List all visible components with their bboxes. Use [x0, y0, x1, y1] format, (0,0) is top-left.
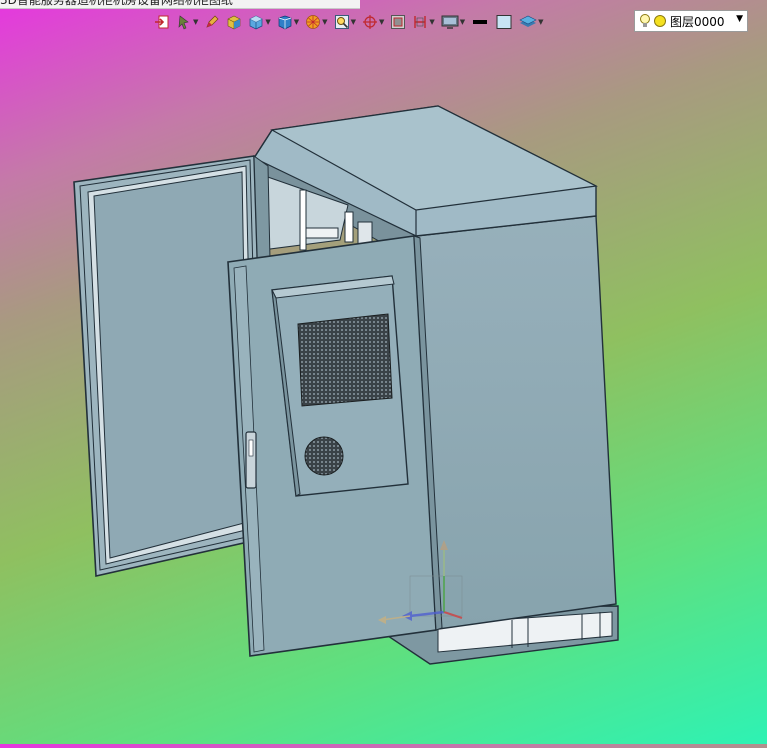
chevron-down-icon: ▼ — [459, 18, 466, 26]
chevron-down-icon: ▼ — [322, 18, 328, 26]
render-sphere-icon — [306, 15, 321, 29]
fill-color-button[interactable] — [493, 11, 515, 33]
cabinet-side-panel — [415, 215, 617, 631]
monitor-button[interactable]: ▼ — [439, 11, 467, 33]
chevron-down-icon: ▼ — [293, 18, 300, 26]
chevron-down-icon: ▼ — [736, 14, 743, 24]
layers-button[interactable]: ▼ — [517, 11, 545, 33]
exit-icon — [155, 15, 169, 29]
fill-color-icon — [496, 15, 512, 29]
axis-icon — [362, 15, 377, 29]
chevron-down-icon: ▼ — [538, 18, 544, 26]
render-sphere-button[interactable]: ▼ — [303, 11, 329, 33]
cube-button[interactable]: ▼ — [246, 11, 272, 33]
exit-button[interactable] — [152, 11, 172, 33]
pointer-tool-icon — [178, 15, 189, 30]
lightbulb-icon — [640, 14, 650, 27]
layer-name: 图层0000 — [670, 14, 725, 29]
monitor-icon — [441, 15, 459, 29]
pointer-tool-button[interactable]: ▼ — [174, 11, 200, 33]
cabinet-model — [73, 105, 619, 665]
chevron-down-icon: ▼ — [193, 18, 199, 26]
frame-icon — [391, 15, 406, 29]
pencil-button[interactable] — [202, 11, 222, 33]
sun-icon — [654, 15, 666, 27]
pencil-icon — [206, 15, 219, 28]
view-cube-icon — [278, 15, 292, 30]
zoom-button[interactable]: ▼ — [332, 11, 358, 33]
solid-box-icon — [228, 15, 241, 30]
air-conditioner-unit — [271, 275, 409, 497]
axis-button[interactable]: ▼ — [360, 11, 386, 33]
air-vent-grille — [297, 313, 393, 407]
section-button[interactable]: ▼ — [410, 11, 436, 33]
layer-select[interactable]: 图层0000 ▼ — [634, 10, 748, 32]
view-cube-button[interactable]: ▼ — [275, 11, 301, 33]
zoom-icon — [334, 15, 349, 29]
chevron-down-icon: ▼ — [265, 18, 271, 26]
layers-icon — [519, 15, 537, 27]
line-color-icon — [473, 20, 488, 24]
3d-viewport[interactable] — [0, 38, 767, 744]
window-title: 3D智能服务器造机柜机房设备网络机柜图纸 — [0, 0, 233, 7]
chevron-down-icon: ▼ — [378, 18, 385, 26]
chevron-down-icon: ▼ — [350, 18, 356, 26]
section-icon — [414, 16, 427, 28]
fan-grille — [304, 436, 344, 476]
chevron-down-icon: ▼ — [429, 18, 435, 26]
solid-box-button[interactable] — [224, 11, 244, 33]
line-color-button[interactable] — [469, 11, 491, 33]
frame-button[interactable] — [388, 11, 408, 33]
window-title-bar: 3D智能服务器造机柜机房设备网络机柜图纸 — [0, 0, 360, 9]
view-toolbar: ▼ ▼ ▼ ▼ ▼ ▼ ▼ ▼ ▼ — [152, 9, 546, 35]
cube-icon — [250, 15, 263, 30]
